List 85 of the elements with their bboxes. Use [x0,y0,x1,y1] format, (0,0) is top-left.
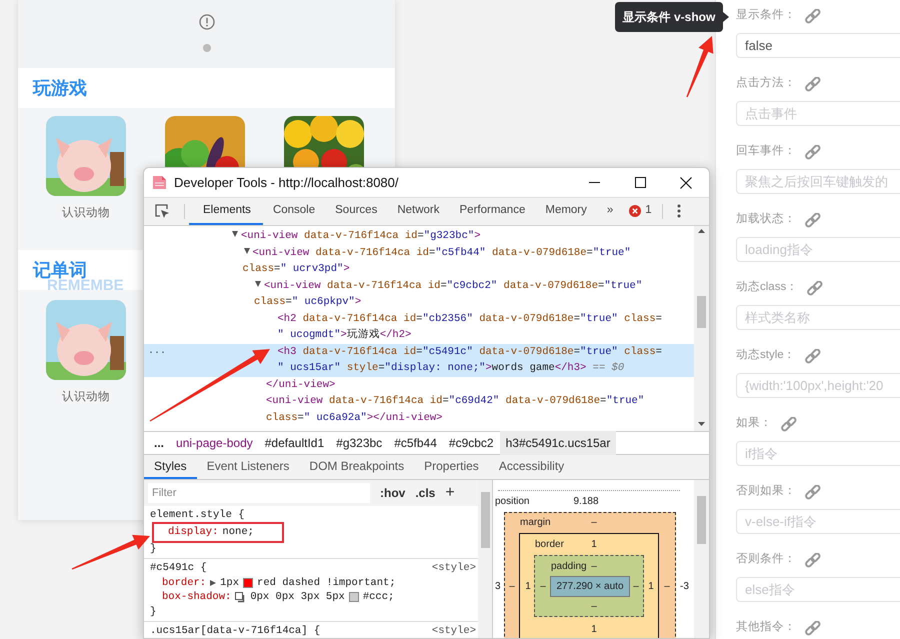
breadcrumb-item[interactable]: #g323bc [330,431,388,455]
dom-node[interactable]: <uni-view data-v-716f14ca id="c5fb44" data-v-079d618e="true" class=" ucrv3pd"> [144,244,694,278]
error-count-button[interactable]: 1 [623,198,658,225]
section-title: 玩游戏 [33,79,87,97]
box-value: – [591,602,597,612]
box-value: 1 [591,625,597,635]
dom-node[interactable]: <uni-view data-v-716f14ca id="g323bc"> [144,228,694,244]
breadcrumb-item[interactable]: uni-page-body [170,431,259,455]
css-selector[interactable]: #c5491c { [150,561,207,576]
breadcrumb-item[interactable]: h3#c5491c.ucs15ar [500,431,616,455]
box-value: – [664,582,670,592]
margin-label: margin [520,518,551,528]
source-link[interactable]: <style> [432,624,476,638]
box-value: 9.188 [573,497,599,507]
tab[interactable]: Accessibility [488,455,574,479]
input-field[interactable]: 聚焦之后按回车键触发的 [736,169,900,194]
css-declaration[interactable]: border: 1px red dashed !important; [150,576,476,590]
box-value: – [540,582,546,592]
tab[interactable]: Console [262,198,326,225]
css-brace: } [150,604,158,619]
box-value: 1 [648,582,654,592]
field-label: 动态class： [736,280,798,296]
input-field[interactable]: loading指令 [736,237,900,262]
field-label: 回车事件： [736,144,796,160]
dom-node[interactable]: </uni-view> [144,376,694,393]
tab[interactable]: Event Listeners [196,455,300,479]
input-field[interactable]: else指令 [736,577,900,602]
input-field[interactable]: {width:'100px',height:'20 [736,373,900,398]
field-label: 否则如果： [736,484,796,500]
box-value: 1 [591,540,597,550]
dom-node[interactable]: <uni-view data-v-716f14ca id="c69d42" data-v-079d618e="true" class=" uc6a92a"></uni-view> [144,393,694,426]
field-label: 动态style： [736,348,796,364]
box-value: – [591,518,597,528]
section-subtitle: REMEMBE [47,278,124,293]
input-field[interactable]: 样式类名称 [736,305,900,330]
tooltip: 显示条件 v-show [615,2,729,32]
box-value: -3 [680,582,689,592]
source-link[interactable]: <style> [432,561,476,576]
filter-field[interactable]: Filter [148,483,370,503]
window-title: Developer Tools - http://localhost:8080/ [174,174,399,192]
position-label: position [495,497,530,507]
input-field[interactable]: v-else-if指令 [736,509,900,534]
input-field[interactable]: if指令 [736,441,900,466]
card-label[interactable]: 认识动物 [62,389,110,406]
tab[interactable]: Memory [535,198,597,225]
box-value: – [633,582,639,592]
breadcrumb-item[interactable]: #c9cbc2 [442,431,500,455]
card-label[interactable]: 认识动物 [62,205,110,222]
box-value: – [509,582,515,592]
more-tabs-button[interactable]: » [596,198,624,225]
box-value: 1 [525,582,531,592]
css-brace: } [150,542,158,556]
content-size: 277.290 × auto [556,582,624,592]
css-declaration[interactable]: box-shadow: 0px 0px 3px 5px #ccc; [150,590,476,604]
breadcrumb-item[interactable]: ... [148,431,170,455]
dom-node[interactable]: <h2 data-v-716f14ca id="cb2356" data-v-079d618e="true" class= " ucogmdt">玩游戏</h2> [144,310,694,344]
border-label: border [535,540,564,550]
filter-toggle-button[interactable]: :hov [370,484,406,502]
css-declaration[interactable]: display: none; [154,524,282,540]
field-label: 如果： [736,416,772,432]
breadcrumb-item[interactable]: #defaultId1 [258,431,330,455]
tab[interactable]: Sources [325,198,388,225]
tab[interactable]: Performance [450,198,536,225]
tab[interactable]: Properties [414,455,489,479]
input-field[interactable]: 点击事件 [736,101,900,126]
box-value: – [591,562,597,572]
breadcrumb-item[interactable]: #c5fb44 [388,431,443,455]
field-label: 显示条件： [736,8,796,24]
section-title: 记单词 [33,261,87,279]
tab[interactable]: Network [387,198,450,225]
field-label: 否则条件： [736,552,796,568]
dom-node[interactable]: ... <h3 data-v-716f14ca id="c5491c" data-v-079d618e="true" class= " ucs15ar" style="display: none;">words game</h3> == $0 [144,344,694,376]
padding-label: padding [551,562,587,572]
filter-toggle-button[interactable]: .cls [405,484,436,502]
filter-toggle-button[interactable]: + [435,481,455,505]
field-label: 其他指令： [736,620,796,636]
css-selector[interactable]: .ucs15ar[data-v-716f14ca] { [150,624,320,638]
tab[interactable]: Elements [189,198,263,225]
box-value: 3 [495,582,501,592]
tab[interactable]: DOM Breakpoints [299,455,414,479]
dom-node[interactable]: <uni-view data-v-716f14ca id="c9cbc2" data-v-079d618e="true" class=" uc6pkpv"> [144,278,694,310]
input-field[interactable]: false [736,33,900,58]
field-label: 加载状态： [736,212,796,228]
css-selector[interactable]: element.style { [150,508,245,522]
field-label: 点击方法： [736,75,796,92]
